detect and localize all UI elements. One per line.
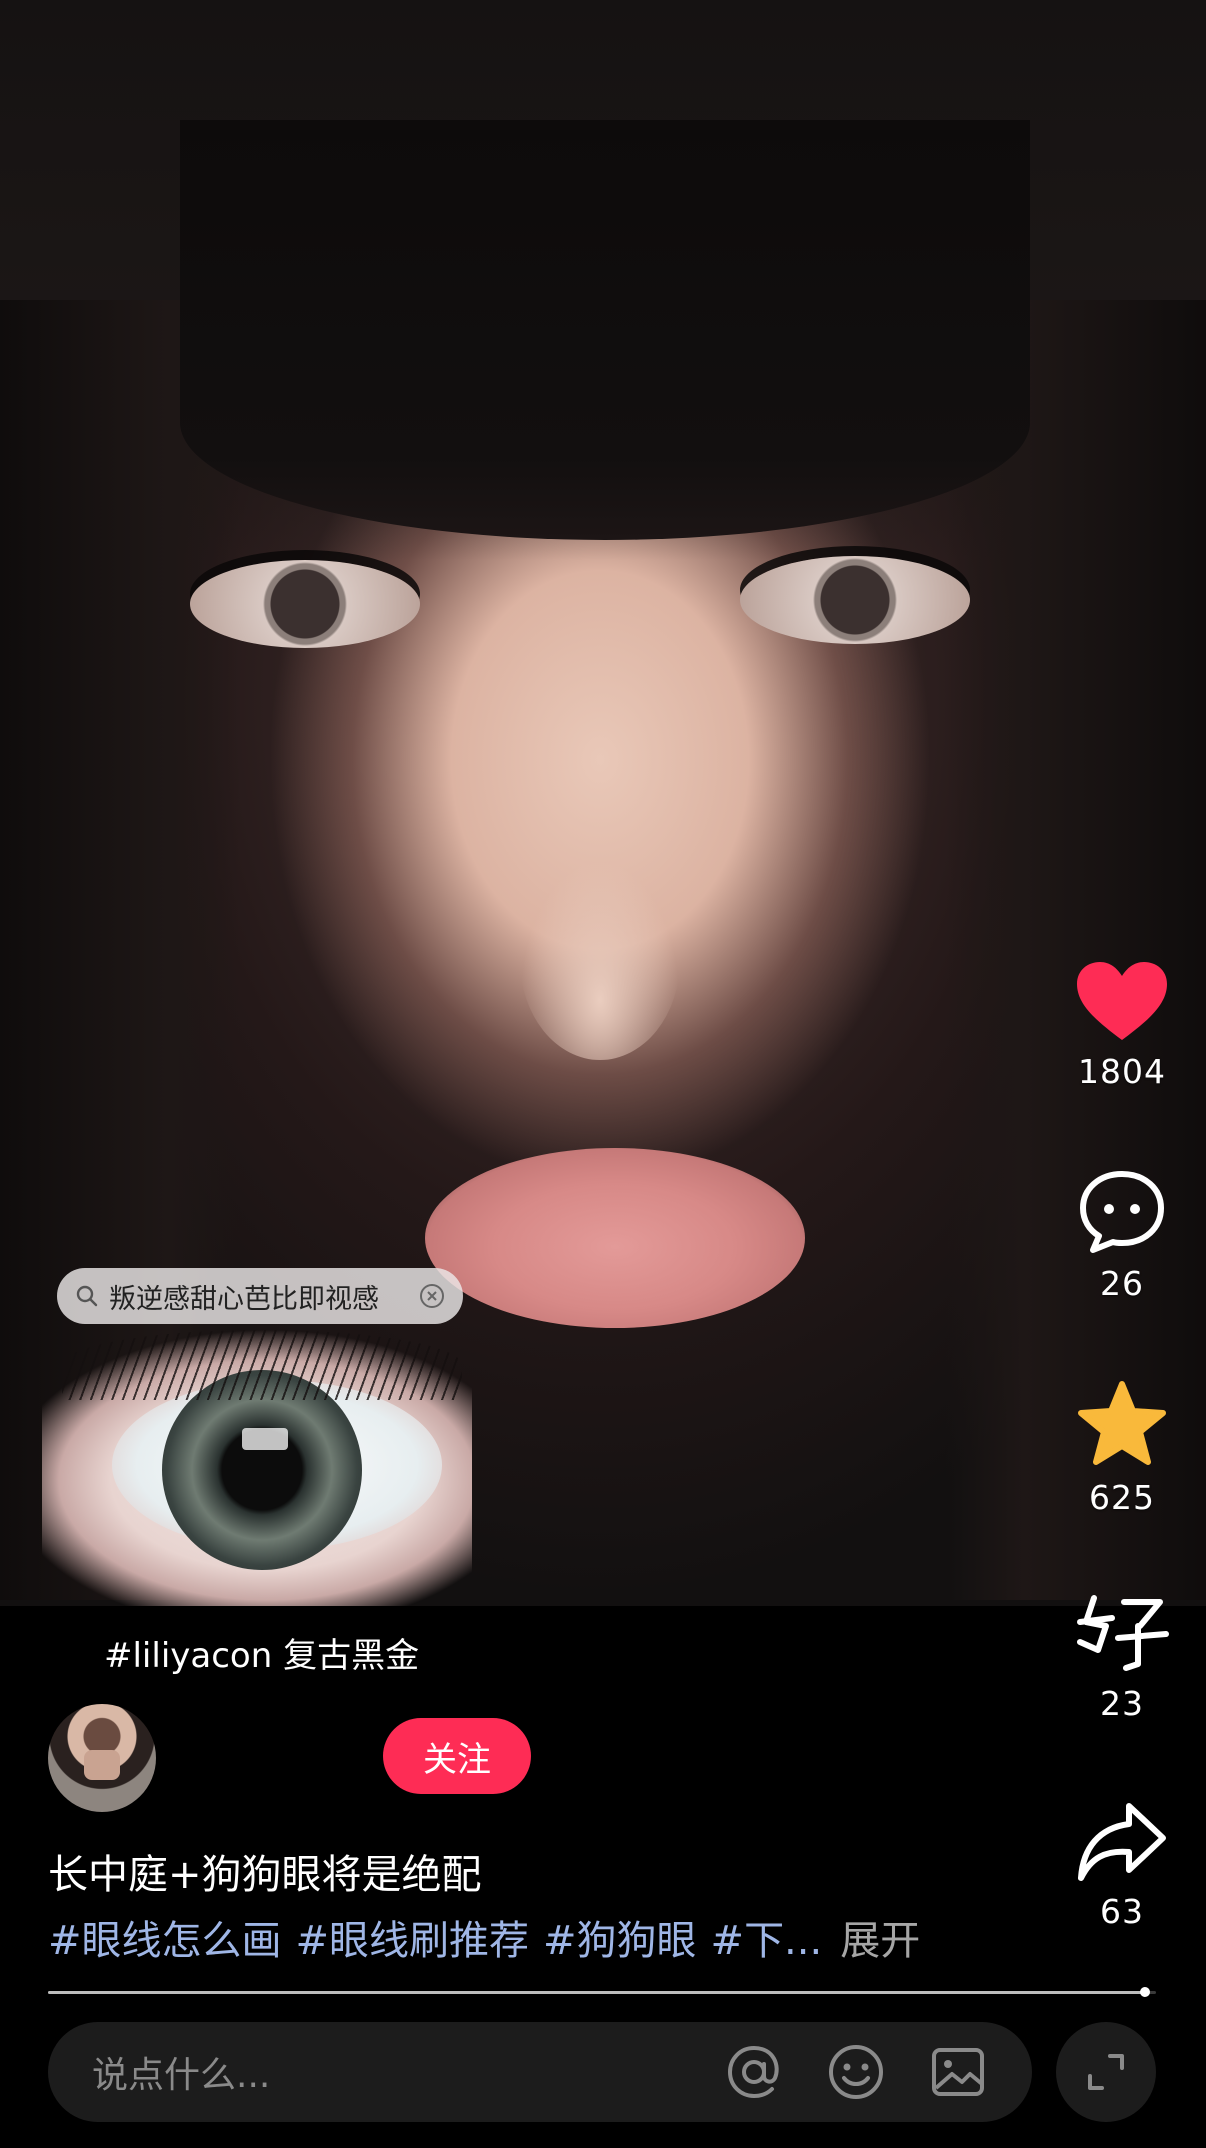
expand-button[interactable]: 展开 — [840, 1908, 920, 1966]
lens-glint — [242, 1428, 288, 1450]
video-frame-nose — [520, 860, 680, 1060]
emoji-button[interactable] — [826, 2042, 886, 2102]
progress-fill — [48, 1991, 1145, 1994]
post-title: 长中庭+狗狗眼将是绝配 — [48, 1852, 482, 1898]
emoji-icon — [829, 2045, 883, 2099]
like-count: 1804 — [1078, 1052, 1166, 1091]
search-icon — [76, 1285, 98, 1307]
share-action[interactable]: 63 — [1062, 1800, 1182, 1931]
favorite-action[interactable]: 625 — [1062, 1380, 1182, 1517]
follow-button[interactable]: 关注 — [383, 1718, 531, 1794]
share-icon[interactable] — [1075, 1800, 1169, 1884]
contact-lens-product-image[interactable] — [42, 1330, 472, 1606]
share-count: 63 — [1100, 1892, 1144, 1931]
comment-input[interactable]: 说点什么... — [48, 2022, 1032, 2122]
clear-icon[interactable] — [419, 1283, 445, 1309]
video-player[interactable] — [0, 0, 1206, 1606]
star-icon[interactable] — [1075, 1380, 1169, 1470]
image-icon — [932, 2048, 984, 2096]
good-action[interactable]: 23 — [1062, 1592, 1182, 1723]
hashtag-link[interactable]: #下... — [711, 1908, 823, 1966]
video-frame-lips — [425, 1148, 805, 1328]
good-icon[interactable] — [1072, 1592, 1172, 1676]
favorite-count: 625 — [1089, 1478, 1155, 1517]
video-progress-bar[interactable] — [48, 1987, 1156, 1997]
mention-button[interactable] — [724, 2042, 784, 2102]
comment-icon[interactable] — [1077, 1168, 1167, 1256]
fullscreen-button[interactable] — [1056, 2022, 1156, 2122]
lens-lashes — [62, 1330, 462, 1400]
hashtag-row: #眼线怎么画 #眼线刷推荐 #狗狗眼 #下... 展开 — [48, 1908, 920, 1966]
like-action[interactable]: 1804 — [1062, 960, 1182, 1091]
fullscreen-icon — [1088, 2054, 1124, 2090]
avatar-neck — [84, 1750, 120, 1780]
lens-iris — [162, 1370, 362, 1570]
hashtag-link[interactable]: #眼线怎么画 — [48, 1908, 282, 1966]
at-icon — [727, 2045, 779, 2099]
good-count: 23 — [1100, 1684, 1144, 1723]
avatar[interactable] — [48, 1704, 156, 1812]
comment-action[interactable]: 26 — [1062, 1168, 1182, 1303]
heart-icon[interactable] — [1075, 960, 1169, 1044]
comment-placeholder: 说点什么... — [92, 2055, 271, 2096]
hashtag-link[interactable]: #狗狗眼 — [543, 1908, 697, 1966]
search-suggestion-chip[interactable]: 叛逆感甜心芭比即视感 — [57, 1268, 463, 1324]
comment-count: 26 — [1100, 1264, 1144, 1303]
hashtag-link[interactable]: #眼线刷推荐 — [296, 1908, 530, 1966]
product-tag-link[interactable]: #liliyacon 复古黑金 — [104, 1628, 419, 1677]
image-button[interactable] — [928, 2042, 988, 2102]
video-frame-eye-right — [740, 556, 970, 644]
video-frame-eye-left — [190, 560, 420, 648]
search-suggestion-text: 叛逆感甜心芭比即视感 — [109, 1283, 379, 1315]
video-frame-bangs — [180, 120, 1030, 540]
progress-knob[interactable] — [1139, 1987, 1150, 1997]
